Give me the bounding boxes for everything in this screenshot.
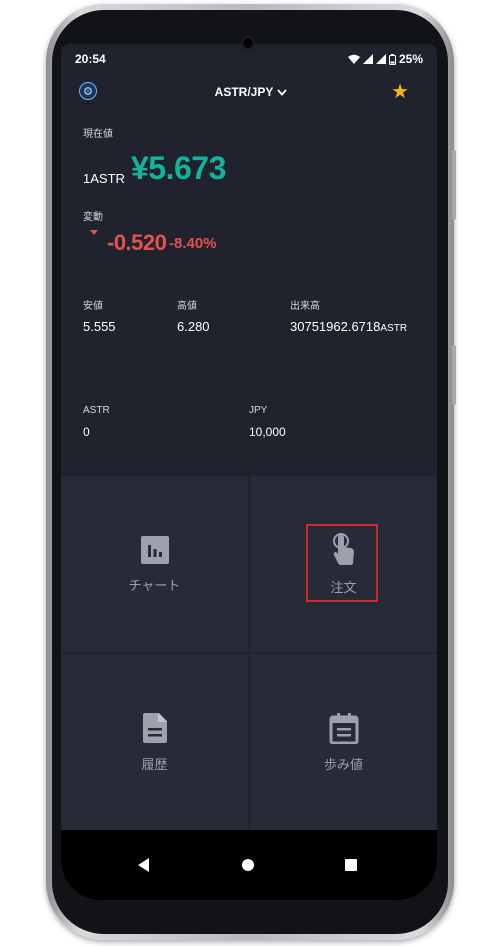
jpy-balance-label: JPY xyxy=(249,405,268,416)
current-price-label: 現在値 xyxy=(83,129,113,140)
nav-recents-icon[interactable] xyxy=(345,859,357,871)
chart-menu-label: チャート xyxy=(128,577,181,593)
change-percent: -8.40% xyxy=(169,235,217,252)
change-down-arrow-icon xyxy=(90,230,98,235)
volume-button xyxy=(452,345,456,405)
bar-chart-icon xyxy=(140,535,169,564)
high-price-value: 6.280 xyxy=(177,319,210,334)
jpy-balance-value: 10,000 xyxy=(249,425,286,439)
change-value: -0.520 xyxy=(107,230,167,255)
volume-number: 30751962.6718 xyxy=(290,319,381,334)
front-camera xyxy=(241,36,255,50)
favorite-star-icon[interactable]: ★ xyxy=(391,79,409,104)
battery-icon xyxy=(388,53,396,65)
document-icon xyxy=(142,712,167,743)
app-header: ASTR/JPY ★ xyxy=(61,74,437,108)
pair-selector[interactable]: ASTR/JPY xyxy=(211,82,291,102)
android-nav-bar xyxy=(61,830,437,900)
low-price-label: 安値 xyxy=(83,301,103,312)
change-label: 変動 xyxy=(83,212,103,223)
astr-balance-value: 0 xyxy=(83,425,90,439)
order-highlight-box xyxy=(306,524,378,602)
chart-menu-button[interactable]: チャート xyxy=(61,476,248,652)
signal-icon xyxy=(362,54,373,64)
history-menu-label: 履歴 xyxy=(141,756,168,772)
history-menu-button[interactable]: 履歴 xyxy=(61,654,248,830)
high-price-label: 高値 xyxy=(177,301,197,312)
power-button xyxy=(452,150,456,220)
battery-level: 25% xyxy=(398,52,423,66)
volume-value: 30751962.6718ASTR xyxy=(290,319,407,334)
volume-unit: ASTR xyxy=(380,323,408,334)
low-price-value: 5.555 xyxy=(83,319,116,334)
current-price-value: ¥5.673 xyxy=(131,150,226,186)
app-screen: 20:54 25% ASTR/JPY ★ 現在値 1ASTR ¥5.673 変動… xyxy=(61,44,437,900)
astr-coin-logo xyxy=(79,82,97,100)
nav-back-icon[interactable] xyxy=(138,858,149,872)
price-unit: 1ASTR xyxy=(83,171,125,186)
calendar-icon xyxy=(329,712,358,744)
volume-label: 出来高 xyxy=(290,301,320,312)
wifi-icon xyxy=(347,54,360,64)
ticks-menu-label: 歩み値 xyxy=(323,756,363,772)
status-time: 20:54 xyxy=(75,52,106,66)
pair-label: ASTR/JPY xyxy=(214,85,274,99)
ticks-menu-button[interactable]: 歩み値 xyxy=(250,654,437,830)
nav-home-icon[interactable] xyxy=(242,859,254,871)
signal-icon-2 xyxy=(375,54,386,64)
astr-balance-label: ASTR xyxy=(83,405,110,416)
chevron-down-icon xyxy=(277,88,288,96)
menu-grid: チャート 注文 履歴 歩み値 xyxy=(61,476,437,830)
status-icons: 25% xyxy=(347,52,423,66)
